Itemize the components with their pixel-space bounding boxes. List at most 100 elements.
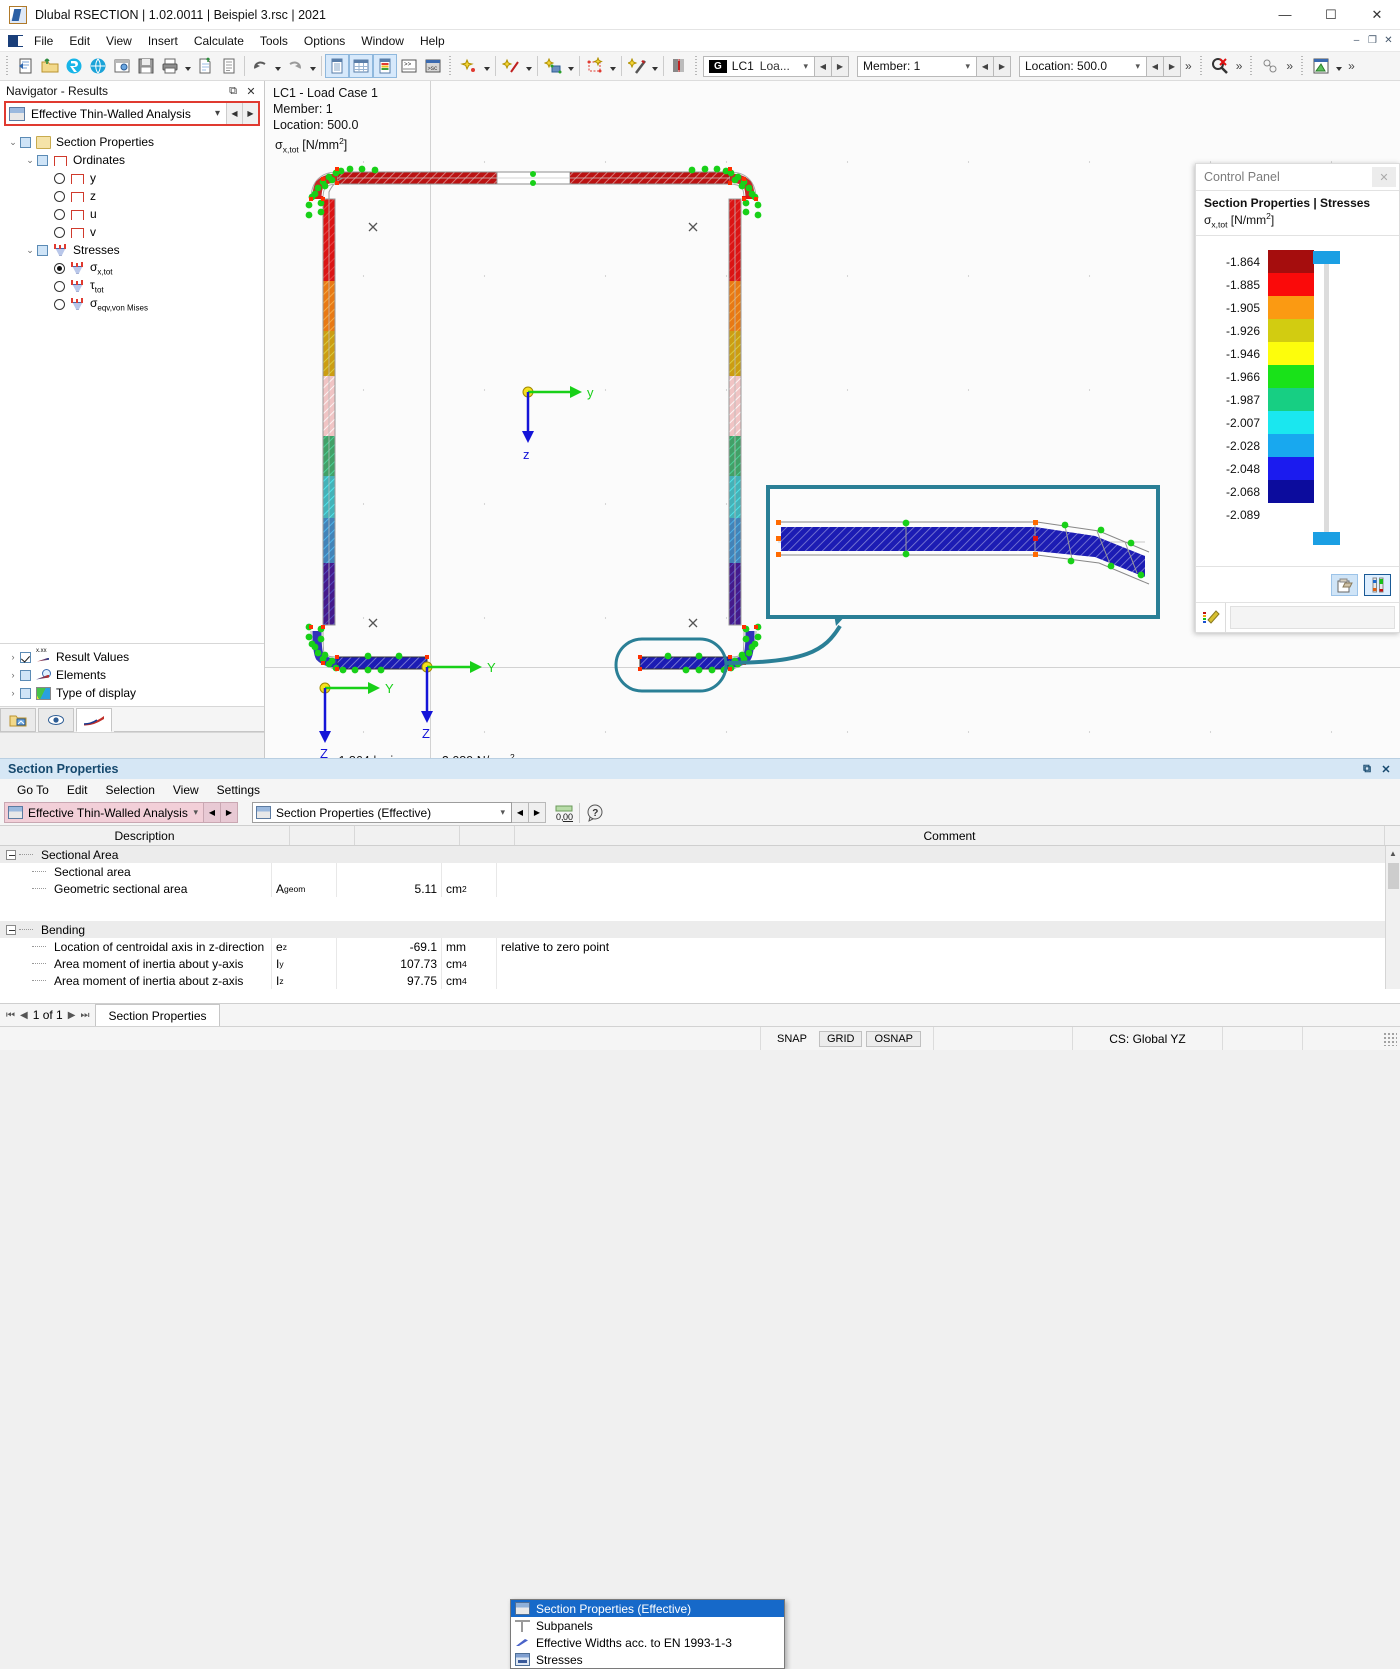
graphics-work-area[interactable]: LC1 - Load Case 1 Member: 1 Location: 50… bbox=[265, 81, 1400, 758]
snap-toggle[interactable]: SNAP bbox=[769, 1031, 815, 1047]
toolbar-grip[interactable] bbox=[5, 56, 11, 76]
project-manager-icon[interactable] bbox=[110, 54, 134, 78]
new-stiffener-dropdown-caret[interactable] bbox=[649, 54, 660, 78]
dlubal-globe-icon[interactable] bbox=[86, 54, 110, 78]
table-row-centroidal-axis-z[interactable]: Location of centroidal axis in z-directi… bbox=[0, 938, 1385, 955]
navigator-float-button[interactable]: ⧉ bbox=[225, 83, 241, 99]
new-line-icon[interactable] bbox=[499, 54, 523, 78]
member-combo[interactable]: Member: 1 ▾ bbox=[857, 56, 977, 77]
table-type-dropdown[interactable]: Section Properties (Effective) Subpanels… bbox=[510, 1599, 785, 1669]
undo-dropdown-caret[interactable] bbox=[272, 54, 283, 78]
script-icon[interactable]: >SC bbox=[421, 54, 445, 78]
column-header-comment[interactable]: Comment bbox=[515, 826, 1385, 845]
toolbar-overflow-2[interactable]: » bbox=[1232, 54, 1247, 78]
table-list-icon[interactable] bbox=[325, 54, 349, 78]
expand-toggle[interactable]: ⌄ bbox=[23, 245, 37, 256]
system-menu-icon[interactable] bbox=[4, 32, 26, 50]
expand-toggle[interactable]: › bbox=[6, 688, 20, 698]
table-menu-view[interactable]: View bbox=[164, 781, 208, 799]
menu-edit[interactable]: Edit bbox=[61, 32, 98, 50]
chevron-down-icon[interactable]: ▾ bbox=[188, 807, 203, 818]
table-row-inertia-z[interactable]: Area moment of inertia about z-axis Iz 9… bbox=[0, 972, 1385, 989]
toolbar-overflow-4[interactable]: » bbox=[1344, 54, 1359, 78]
object-snap-icon[interactable] bbox=[1258, 54, 1282, 78]
menu-view[interactable]: View bbox=[98, 32, 140, 50]
redo-icon[interactable] bbox=[283, 54, 307, 78]
panel-float-button[interactable]: ⧉ bbox=[1359, 761, 1375, 777]
analysis-type-combo[interactable]: Effective Thin-Walled Analysis ▾ bbox=[6, 103, 226, 124]
print-icon[interactable] bbox=[158, 54, 182, 78]
minimize-button[interactable]: — bbox=[1262, 0, 1308, 30]
location-next-button[interactable]: ▶ bbox=[1164, 56, 1181, 77]
tree-item-z[interactable]: z bbox=[6, 187, 264, 205]
tree-item-type-of-display[interactable]: › Type of display bbox=[6, 684, 264, 702]
checkbox[interactable] bbox=[20, 137, 31, 148]
menu-tools[interactable]: Tools bbox=[252, 32, 296, 50]
expand-toggle[interactable]: › bbox=[6, 670, 20, 680]
menu-file[interactable]: File bbox=[26, 32, 61, 50]
mdi-close-button[interactable]: ✕ bbox=[1381, 33, 1396, 48]
chevron-down-icon[interactable]: ▾ bbox=[1131, 61, 1144, 72]
table-menu-go-to[interactable]: Go To bbox=[8, 781, 58, 799]
analysis-next-button[interactable]: ▶ bbox=[221, 802, 238, 823]
table-type-next-button[interactable]: ▶ bbox=[529, 802, 546, 823]
tree-item-result-values[interactable]: › Result Values bbox=[6, 648, 264, 666]
table-menu-settings[interactable]: Settings bbox=[208, 781, 269, 799]
tree-item-u[interactable]: u bbox=[6, 205, 264, 223]
menu-calculate[interactable]: Calculate bbox=[186, 32, 252, 50]
toolbar-overflow-3[interactable]: » bbox=[1282, 54, 1297, 78]
results-dropdown-caret[interactable] bbox=[1333, 54, 1344, 78]
collapse-toggle[interactable] bbox=[6, 850, 16, 860]
toolbar-grip-3[interactable] bbox=[694, 56, 700, 76]
console-icon[interactable]: >> bbox=[397, 54, 421, 78]
report-icon[interactable] bbox=[217, 54, 241, 78]
results-table-icon[interactable] bbox=[1309, 54, 1333, 78]
table-row-group-bending[interactable]: Bending bbox=[0, 921, 1385, 938]
radio-button[interactable] bbox=[54, 263, 65, 274]
table-grid-icon[interactable] bbox=[349, 54, 373, 78]
radio-button[interactable] bbox=[54, 173, 65, 184]
toolbar-grip-2[interactable] bbox=[448, 56, 454, 76]
table-tab-section-properties[interactable]: Section Properties bbox=[95, 1004, 219, 1026]
new-model-icon[interactable] bbox=[14, 54, 38, 78]
load-case-prev-button[interactable]: ◀ bbox=[815, 56, 832, 77]
table-type-combo[interactable]: Section Properties (Effective) ▾ bbox=[252, 802, 512, 823]
analysis-next-button[interactable]: ▶ bbox=[242, 103, 258, 124]
pager-first-button[interactable]: ⏮ bbox=[6, 1010, 15, 1021]
radio-button[interactable] bbox=[54, 191, 65, 202]
new-line-dropdown-caret[interactable] bbox=[523, 54, 534, 78]
dropdown-item-stresses[interactable]: Stresses bbox=[511, 1651, 784, 1668]
rsection-icon[interactable] bbox=[62, 54, 86, 78]
menu-options[interactable]: Options bbox=[296, 32, 353, 50]
new-point-icon[interactable] bbox=[457, 54, 481, 78]
checkbox[interactable] bbox=[20, 670, 31, 681]
legend-slider-thumb-min[interactable] bbox=[1313, 532, 1340, 545]
mdi-restore-button[interactable]: ❐ bbox=[1365, 33, 1380, 48]
grid-toggle[interactable]: GRID bbox=[819, 1031, 863, 1047]
collapse-toggle[interactable] bbox=[6, 925, 16, 935]
member-prev-button[interactable]: ◀ bbox=[977, 56, 994, 77]
control-panel-close-button[interactable]: ✕ bbox=[1372, 167, 1396, 187]
tree-item-tau-tot[interactable]: τtot bbox=[6, 277, 264, 295]
chevron-down-icon[interactable]: ▾ bbox=[961, 61, 974, 72]
expand-toggle[interactable]: › bbox=[6, 652, 20, 662]
toolbar-grip-5[interactable] bbox=[1249, 56, 1255, 76]
menu-window[interactable]: Window bbox=[353, 32, 412, 50]
new-point-dropdown-caret[interactable] bbox=[481, 54, 492, 78]
menu-insert[interactable]: Insert bbox=[140, 32, 186, 50]
dropdown-item-subpanels[interactable]: Subpanels bbox=[511, 1617, 784, 1634]
expand-toggle[interactable]: ⌄ bbox=[23, 155, 37, 166]
legend-range-slider[interactable] bbox=[1324, 260, 1329, 545]
panel-close-button[interactable]: ✕ bbox=[1378, 761, 1394, 777]
menu-help[interactable]: Help bbox=[412, 32, 453, 50]
deselect-all-icon[interactable] bbox=[1208, 54, 1232, 78]
osnap-toggle[interactable]: OSNAP bbox=[866, 1031, 921, 1047]
load-case-next-button[interactable]: ▶ bbox=[832, 56, 849, 77]
scroll-up-button[interactable]: ▲ bbox=[1386, 846, 1400, 861]
close-button[interactable]: ✕ bbox=[1354, 0, 1400, 30]
table-menu-selection[interactable]: Selection bbox=[97, 781, 164, 799]
new-stiffener-icon[interactable] bbox=[625, 54, 649, 78]
column-header-symbol[interactable] bbox=[290, 826, 355, 845]
table-row-sectional-area[interactable]: Sectional area bbox=[0, 863, 1385, 880]
chevron-down-icon[interactable]: ▾ bbox=[799, 61, 812, 72]
